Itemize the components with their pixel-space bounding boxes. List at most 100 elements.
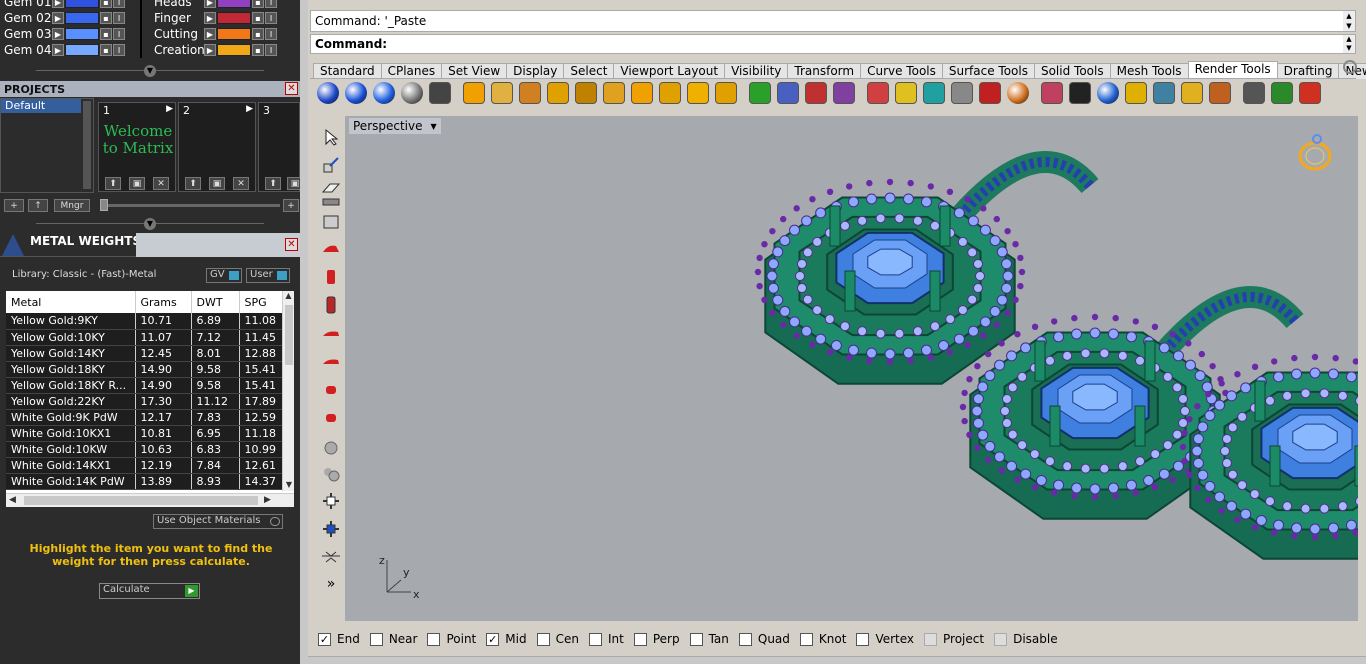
table-row[interactable]: White Gold:14KX1 12.19 7.84 12.61 xyxy=(6,457,283,474)
light-icon[interactable] xyxy=(687,82,709,104)
plane-icon[interactable] xyxy=(320,548,342,566)
material-icon[interactable] xyxy=(833,82,855,104)
render-icon[interactable] xyxy=(429,82,451,104)
lock-icon[interactable]: ▪ xyxy=(252,12,264,24)
checkbox[interactable] xyxy=(799,632,813,646)
table-row[interactable]: White Gold:10KW 10.63 6.83 10.99 xyxy=(6,441,283,458)
upload-icon[interactable]: ⬆ xyxy=(265,177,281,190)
car-red-icon[interactable] xyxy=(320,352,342,370)
tab-standard[interactable]: Standard xyxy=(313,63,382,79)
scrollbar[interactable]: ▲ ▼ xyxy=(1343,35,1355,53)
osnap-cen[interactable]: Cen xyxy=(536,632,579,646)
scroll-thumb[interactable] xyxy=(24,496,258,505)
checkbox[interactable] xyxy=(689,632,703,646)
osnap-end[interactable]: ✓ End xyxy=(318,632,360,646)
checkbox[interactable] xyxy=(738,632,752,646)
project-thumb[interactable]: 3 ⬆ ▣ xyxy=(258,102,303,192)
tab-surface-tools[interactable]: Surface Tools xyxy=(941,63,1035,79)
visibility-icon[interactable]: I xyxy=(113,28,125,40)
arrow-icon[interactable]: ▶ xyxy=(52,44,64,56)
column-header[interactable]: Grams xyxy=(135,291,192,313)
visibility-icon[interactable]: I xyxy=(265,12,277,24)
arrow-icon[interactable]: ▶ xyxy=(246,104,253,114)
gv-toggle[interactable]: GV xyxy=(206,268,242,283)
checkbox[interactable] xyxy=(633,632,647,646)
add-project-button[interactable]: + xyxy=(4,199,24,212)
column-header[interactable]: Metal xyxy=(6,291,136,313)
arrow-icon[interactable]: ▶ xyxy=(204,28,216,40)
film-icon[interactable] xyxy=(1243,82,1265,104)
layer-row[interactable]: Gem 04 ▶ ▪ I xyxy=(0,42,126,58)
save-icon[interactable]: ▣ xyxy=(129,177,145,190)
checkbox[interactable] xyxy=(924,632,938,646)
sphere-icon[interactable] xyxy=(317,82,339,104)
collapse-icon[interactable]: ▼ xyxy=(144,65,156,77)
upload-icon[interactable]: ⬆ xyxy=(185,177,201,190)
arrow-icon[interactable]: ▶ xyxy=(52,0,64,8)
scroll-left-icon[interactable]: ◀ xyxy=(9,495,16,505)
light-icon[interactable] xyxy=(715,82,737,104)
more-icon[interactable]: » xyxy=(320,576,342,594)
visibility-icon[interactable]: I xyxy=(265,28,277,40)
car-red-icon[interactable] xyxy=(320,324,342,342)
car-red-icon[interactable] xyxy=(320,380,342,398)
light-icon[interactable] xyxy=(631,82,653,104)
layer-row[interactable]: Heads ▶ ▪ I xyxy=(150,0,278,10)
arrow-icon[interactable]: ▶ xyxy=(166,104,173,114)
car-red-icon[interactable] xyxy=(320,408,342,426)
layer-color[interactable] xyxy=(65,0,99,8)
gumball-icon[interactable] xyxy=(320,520,342,538)
layer-row[interactable]: Cutting ▶ ▪ I xyxy=(150,26,278,42)
column-header[interactable]: SPG xyxy=(239,291,283,313)
project-thumb[interactable]: 2 ▶ ⬆ ▣ ✕ xyxy=(178,102,256,192)
lock-icon[interactable]: ▪ xyxy=(252,44,264,56)
zoom-slider[interactable] xyxy=(100,204,280,207)
table-row[interactable]: Yellow Gold:18KY R... 14.90 9.58 15.41 xyxy=(6,377,283,394)
car-red-icon[interactable] xyxy=(320,240,342,258)
layer-row[interactable]: Gem 01 ▶ ▪ I xyxy=(0,0,126,10)
lens-icon[interactable] xyxy=(1153,82,1175,104)
checkbox[interactable] xyxy=(427,632,441,646)
globe-icon[interactable] xyxy=(401,82,423,104)
checkbox[interactable]: ✓ xyxy=(318,632,331,646)
zoom-in-icon[interactable]: + xyxy=(283,199,299,212)
tab-select[interactable]: Select xyxy=(563,63,615,79)
project-thumb[interactable]: 1 ▶ Welcome to Matrix ⬆ ▣ ✕ xyxy=(98,102,176,192)
tab-transform[interactable]: Transform xyxy=(787,63,862,79)
tab-mesh-tools[interactable]: Mesh Tools xyxy=(1109,63,1189,79)
gear-icon[interactable] xyxy=(1209,82,1231,104)
cup-red-icon[interactable] xyxy=(320,268,342,286)
bottle-icon[interactable] xyxy=(320,296,342,314)
close-icon[interactable]: ✕ xyxy=(285,82,298,95)
checkbox[interactable] xyxy=(536,632,550,646)
horizontal-scrollbar[interactable]: ◀ ▶ xyxy=(6,493,294,507)
tab-viewport-layout[interactable]: Viewport Layout xyxy=(613,63,726,79)
table-row[interactable]: White Gold:14K PdW 13.89 8.93 14.37 xyxy=(6,473,283,490)
lock-icon[interactable]: ▪ xyxy=(100,44,112,56)
texture-icon[interactable] xyxy=(895,82,917,104)
linear-light-icon[interactable] xyxy=(575,82,597,104)
tab-drafting[interactable]: Drafting xyxy=(1276,63,1340,79)
record-icon[interactable] xyxy=(1299,82,1321,104)
tab-curve-tools[interactable]: Curve Tools xyxy=(860,63,943,79)
visibility-icon[interactable]: I xyxy=(265,44,277,56)
arrow-icon[interactable]: ▶ xyxy=(52,28,64,40)
osnap-int[interactable]: Int xyxy=(588,632,624,646)
car-icon[interactable] xyxy=(320,192,342,210)
layer-color[interactable] xyxy=(65,12,99,24)
checkbox[interactable]: ✓ xyxy=(486,632,500,646)
lock-icon[interactable]: ▪ xyxy=(100,12,112,24)
metal-table-container[interactable]: Metal Grams DWT SPG Yellow Gold:9KY 10.71… xyxy=(6,291,294,507)
osnap-project[interactable]: Project xyxy=(924,632,984,646)
table-row[interactable]: Yellow Gold:18KY 14.90 9.58 15.41 xyxy=(6,361,283,378)
table-row[interactable]: Yellow Gold:10KY 11.07 7.12 11.45 xyxy=(6,329,283,346)
arrow-icon[interactable]: ▶ xyxy=(204,0,216,8)
user-toggle[interactable]: User xyxy=(246,268,290,283)
delete-icon[interactable]: ✕ xyxy=(153,177,169,190)
tab-display[interactable]: Display xyxy=(506,63,565,79)
checkbox[interactable] xyxy=(994,632,1008,646)
spotlight-icon[interactable] xyxy=(603,82,625,104)
checkbox[interactable] xyxy=(588,632,602,646)
material-icon[interactable] xyxy=(777,82,799,104)
checkbox[interactable] xyxy=(369,632,383,646)
